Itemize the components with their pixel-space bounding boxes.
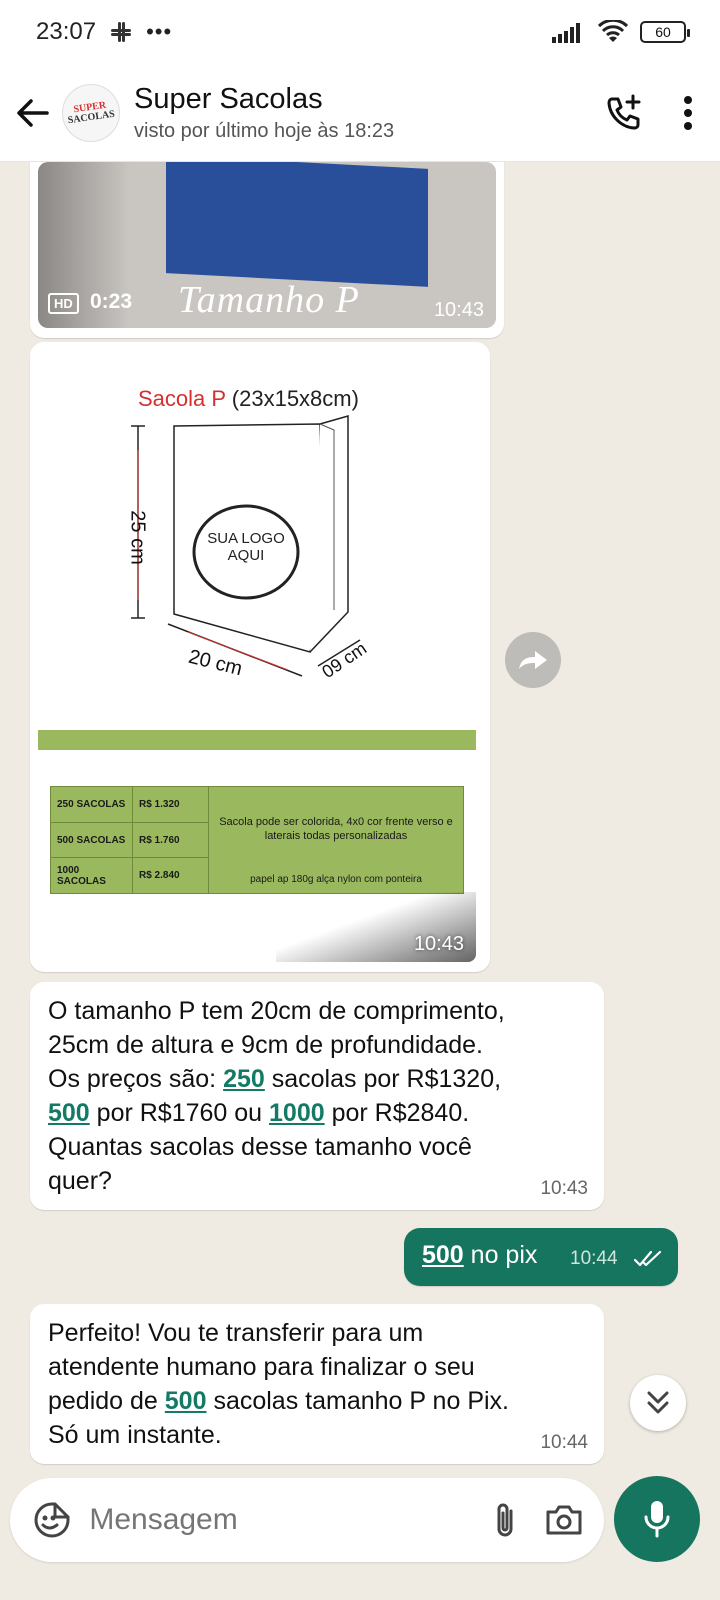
add-call-button[interactable]: [592, 81, 656, 145]
video-message[interactable]: HD 0:23 Tamanho P 10:43: [30, 162, 504, 338]
forward-button[interactable]: [505, 632, 561, 688]
back-arrow-icon: [17, 98, 49, 127]
quantity-link-250[interactable]: 250: [223, 1065, 265, 1093]
battery-indicator: 60: [640, 21, 690, 43]
video-duration: 0:23: [90, 290, 133, 313]
product-image[interactable]: Sacola P (23x15x8cm) 25 cm 20 cm 09 cm S…: [38, 350, 476, 962]
hd-badge: HD: [48, 293, 79, 314]
microphone-icon: [644, 1501, 670, 1538]
table-cell: R$ 2.840: [133, 858, 209, 894]
double-chevron-down-icon: [647, 1391, 669, 1414]
video-thumbnail[interactable]: HD 0:23 Tamanho P 10:43: [38, 162, 496, 328]
read-receipt-icon: [634, 1250, 662, 1267]
scroll-to-bottom-button[interactable]: [630, 1375, 686, 1431]
video-caption: Tamanho P: [178, 279, 360, 321]
slack-icon: [111, 22, 132, 42]
attach-button[interactable]: [475, 1490, 534, 1550]
message-input[interactable]: [89, 1503, 476, 1537]
clock: 23:07: [36, 18, 97, 45]
camera-button[interactable]: [535, 1490, 594, 1550]
table-cell: R$ 1.760: [133, 822, 209, 859]
voice-message-button[interactable]: [614, 1476, 700, 1562]
logo-placeholder: SUA LOGO AQUI: [207, 530, 285, 564]
outgoing-message[interactable]: 500 no pix 10:44: [404, 1228, 678, 1286]
status-bar: 23:07 ••• 60: [0, 0, 720, 64]
quantity-link-500[interactable]: 500: [48, 1099, 90, 1127]
sticker-icon: [34, 1502, 70, 1538]
table-row: 500 SACOLAS: [51, 822, 133, 859]
message-time: 10:43: [540, 1178, 588, 1199]
contact-info[interactable]: Super Sacolas visto por último hoje às 1…: [134, 83, 592, 143]
message-time: 10:44: [570, 1248, 618, 1269]
image-message[interactable]: Sacola P (23x15x8cm) 25 cm 20 cm 09 cm S…: [30, 342, 490, 972]
message-time: 10:44: [540, 1432, 588, 1453]
table-description: Sacola pode ser colorida, 4x0 cor frente…: [219, 816, 453, 885]
quantity-link-1000[interactable]: 1000: [269, 1099, 325, 1127]
back-button[interactable]: [2, 83, 62, 143]
forward-icon: [519, 651, 547, 669]
table-cell: R$ 1.320: [133, 787, 209, 823]
sticker-button[interactable]: [22, 1490, 81, 1550]
chat-header: SUPER SACOLAS Super Sacolas visto por úl…: [0, 64, 720, 162]
camera-icon: [546, 1505, 582, 1535]
text-message[interactable]: Perfeito! Vou te transferir para um aten…: [30, 1304, 604, 1464]
table-row: 1000 SACOLAS: [51, 858, 133, 894]
more-options-button[interactable]: [656, 81, 720, 145]
wifi-icon: [598, 20, 628, 42]
text-message[interactable]: O tamanho P tem 20cm de comprimento, 25c…: [30, 982, 604, 1210]
contact-avatar[interactable]: SUPER SACOLAS: [62, 83, 120, 142]
phone-add-icon: [607, 94, 641, 129]
contact-last-seen: visto por último hoje às 18:23: [134, 119, 395, 142]
green-band: [38, 730, 476, 750]
message-time: 10:43: [413, 933, 464, 955]
quantity-link-500[interactable]: 500: [165, 1387, 207, 1415]
message-composer: [10, 1478, 604, 1562]
contact-name: Super Sacolas: [134, 82, 323, 115]
message-time: 10:43: [433, 299, 484, 321]
price-table: 250 SACOLAS 500 SACOLAS 1000 SACOLAS R$ …: [50, 786, 464, 894]
more-vertical-icon: [684, 95, 692, 130]
more-notifications-icon: •••: [146, 19, 173, 44]
chat-area[interactable]: HD 0:23 Tamanho P 10:43 Sacola P (23x15x…: [0, 162, 720, 1472]
quantity-link-500[interactable]: 500: [422, 1241, 464, 1269]
signal-icon: [552, 23, 580, 43]
table-row: 250 SACOLAS: [51, 787, 133, 823]
paperclip-icon: [497, 1503, 513, 1537]
height-label: 25 cm: [126, 510, 149, 565]
